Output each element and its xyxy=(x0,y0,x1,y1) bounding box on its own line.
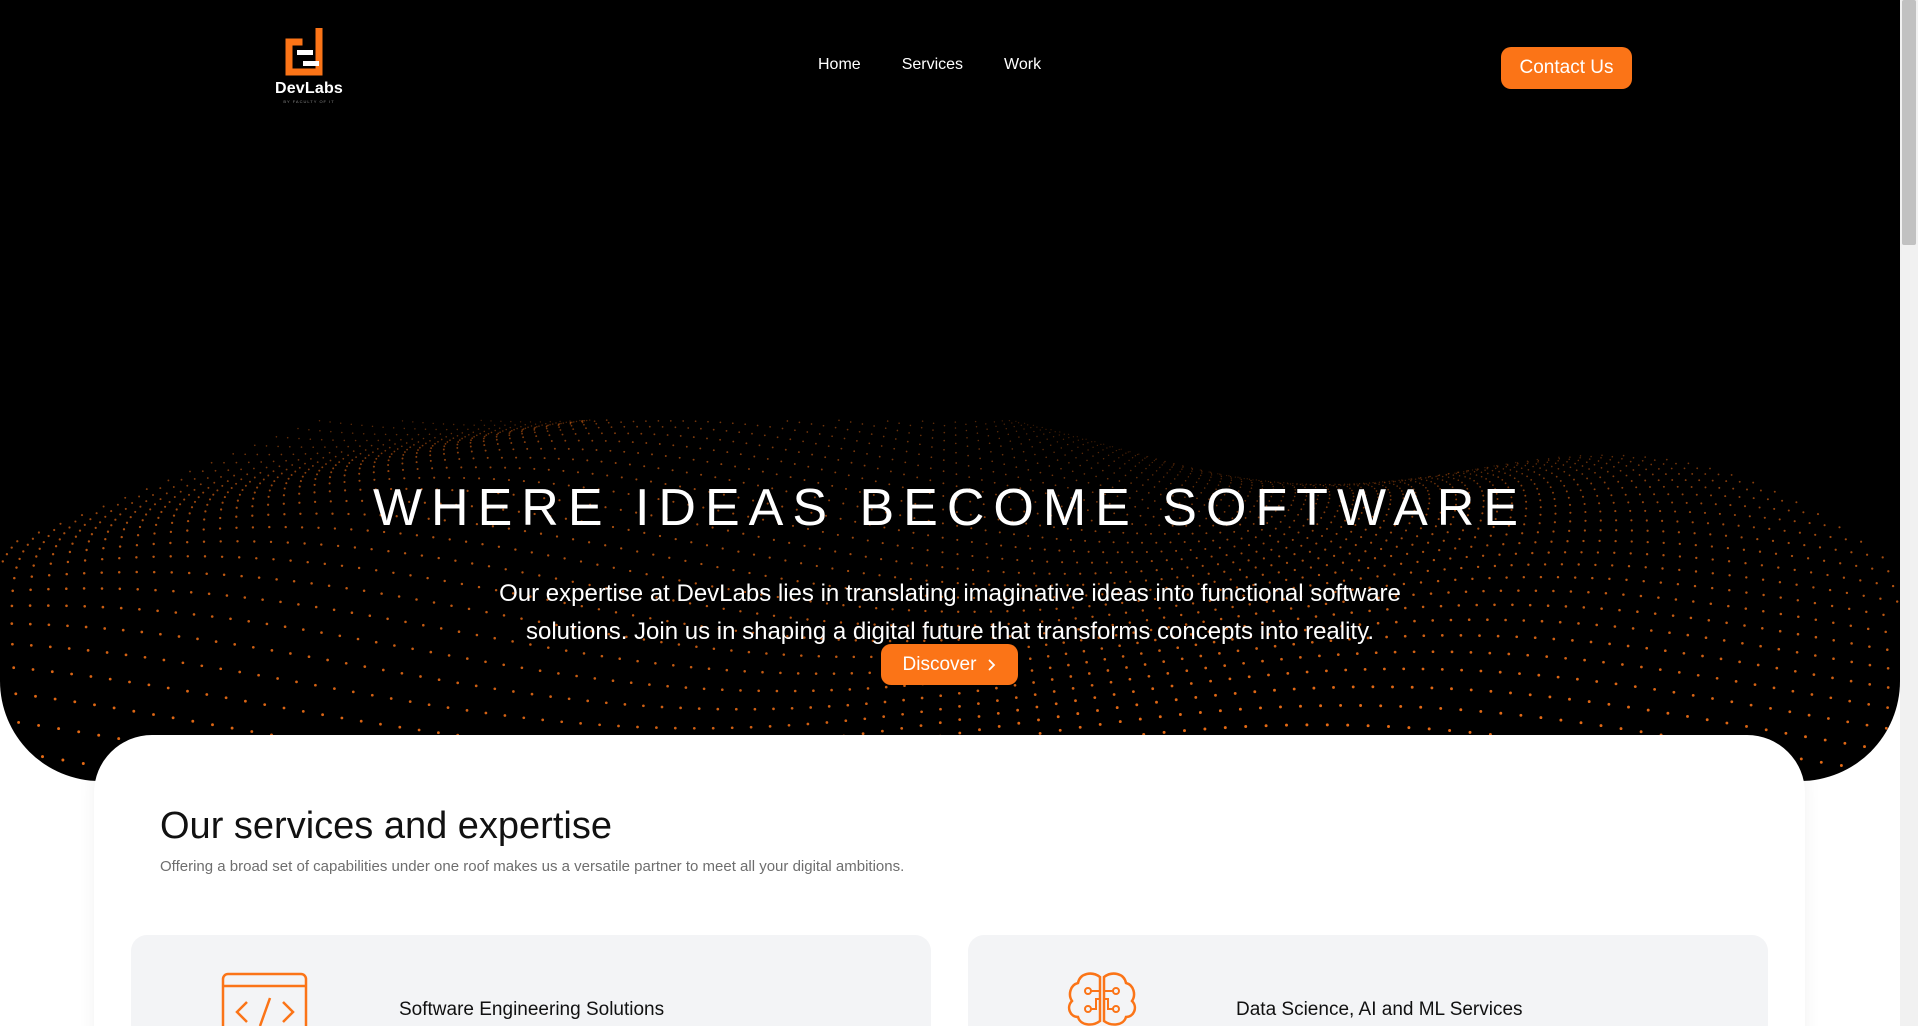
service-card-label: Software Engineering Solutions xyxy=(399,999,665,1020)
services-subtitle: Offering a broad set of capabilities und… xyxy=(160,858,905,875)
logo-text: DevLabs xyxy=(274,80,344,97)
brain-circuit-icon xyxy=(1067,972,1137,1026)
services-title: Our services and expertise xyxy=(160,805,612,847)
service-card-software-engineering[interactable]: Software Engineering Solutions xyxy=(131,935,931,1026)
code-window-icon xyxy=(221,972,308,1026)
vertical-scrollbar[interactable] xyxy=(1900,0,1918,1026)
page: DevLabs BY FACULTY OF IT Home Services W… xyxy=(0,0,1900,1026)
scrollbar-thumb[interactable] xyxy=(1902,0,1916,245)
logo-tagline: BY FACULTY OF IT xyxy=(283,99,335,104)
devlabs-logo[interactable]: DevLabs BY FACULTY OF IT xyxy=(268,28,350,106)
nav-work[interactable]: Work xyxy=(1004,56,1041,74)
hero-subtitle: Our expertise at DevLabs lies in transla… xyxy=(499,580,1401,645)
main-menu: Home Services Work xyxy=(818,56,1041,74)
service-card-label: Data Science, AI and ML Services xyxy=(1236,999,1523,1020)
hero-title: WHERE IDEAS BECOME SOFTWARE xyxy=(372,478,1528,537)
discover-label: Discover xyxy=(902,653,977,675)
nav-services[interactable]: Services xyxy=(902,56,963,74)
top-navigation: DevLabs BY FACULTY OF IT Home Services W… xyxy=(0,0,1900,134)
logo-mark-icon xyxy=(285,28,323,76)
contact-us-button[interactable]: Contact Us xyxy=(1501,47,1632,89)
hero-section: DevLabs BY FACULTY OF IT Home Services W… xyxy=(0,0,1900,781)
service-card-data-science[interactable]: Data Science, AI and ML Services xyxy=(968,935,1768,1026)
discover-button[interactable]: Discover xyxy=(881,644,1018,685)
chevron-right-icon xyxy=(989,659,996,670)
services-panel: Our services and expertise Offering a br… xyxy=(94,735,1805,1026)
nav-home[interactable]: Home xyxy=(818,56,861,74)
